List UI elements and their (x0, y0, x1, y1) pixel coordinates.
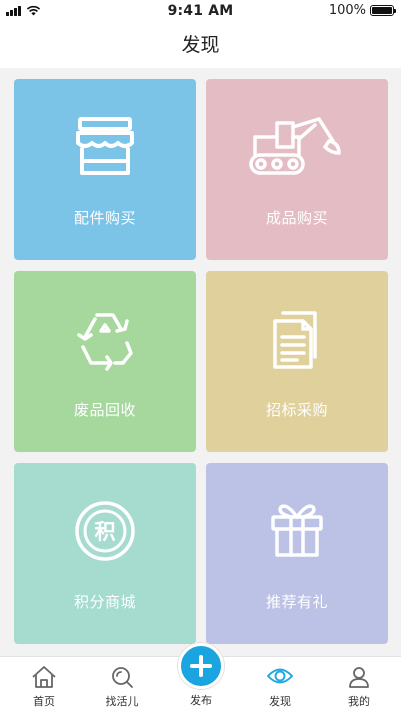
tile-label: 废品回收 (73, 401, 136, 419)
tab-mine[interactable]: 我的 (319, 657, 399, 710)
user-icon (349, 667, 369, 688)
tile-label: 积分商城 (73, 593, 136, 611)
tile-label: 配件购买 (73, 209, 136, 227)
tile-points-mall[interactable]: 积 积分商城 (14, 463, 196, 644)
svg-text:积: 积 (95, 520, 116, 544)
home-icon (32, 666, 56, 688)
recycle-icon (77, 313, 133, 371)
plus-icon (190, 655, 212, 677)
status-bar: 9:41 AM 100% (0, 0, 401, 22)
publish-label: 发布 (190, 694, 212, 707)
tile-label: 招标采购 (265, 401, 328, 419)
tab-home[interactable]: 首页 (4, 657, 84, 710)
points-coin-icon: 积 (75, 501, 135, 561)
eye-icon (267, 668, 293, 684)
tile-referral-gift[interactable]: 推荐有礼 (206, 463, 388, 644)
tile-label: 成品购买 (265, 209, 328, 227)
tile-product-purchase[interactable]: 成品购买 (206, 79, 388, 260)
tile-tender-procurement[interactable]: 招标采购 (206, 271, 388, 452)
search-icon (112, 667, 133, 688)
storefront-icon (76, 117, 134, 175)
gift-icon (271, 504, 323, 557)
battery-percent: 100% (328, 3, 366, 18)
battery-icon (370, 5, 396, 16)
tab-label: 首页 (33, 695, 55, 708)
tile-label: 推荐有礼 (265, 593, 328, 611)
page-title: 发现 (0, 22, 401, 68)
tab-label: 我的 (348, 695, 370, 708)
status-right: 100% (328, 3, 396, 18)
tab-label: 发现 (269, 695, 291, 708)
tab-find-work[interactable]: 找活儿 (82, 657, 162, 710)
tab-label: 找活儿 (105, 695, 139, 708)
tab-discover[interactable]: 发现 (240, 657, 320, 710)
tile-scrap-recycling[interactable]: 废品回收 (14, 271, 196, 452)
publish-button[interactable] (178, 643, 224, 689)
discover-grid: 配件购买 成品购买 废品回收 招标采购 积 积分商城 推荐有礼 (0, 68, 401, 656)
excavator-icon (249, 117, 341, 175)
documents-icon (273, 311, 317, 369)
tile-parts-purchase[interactable]: 配件购买 (14, 79, 196, 260)
